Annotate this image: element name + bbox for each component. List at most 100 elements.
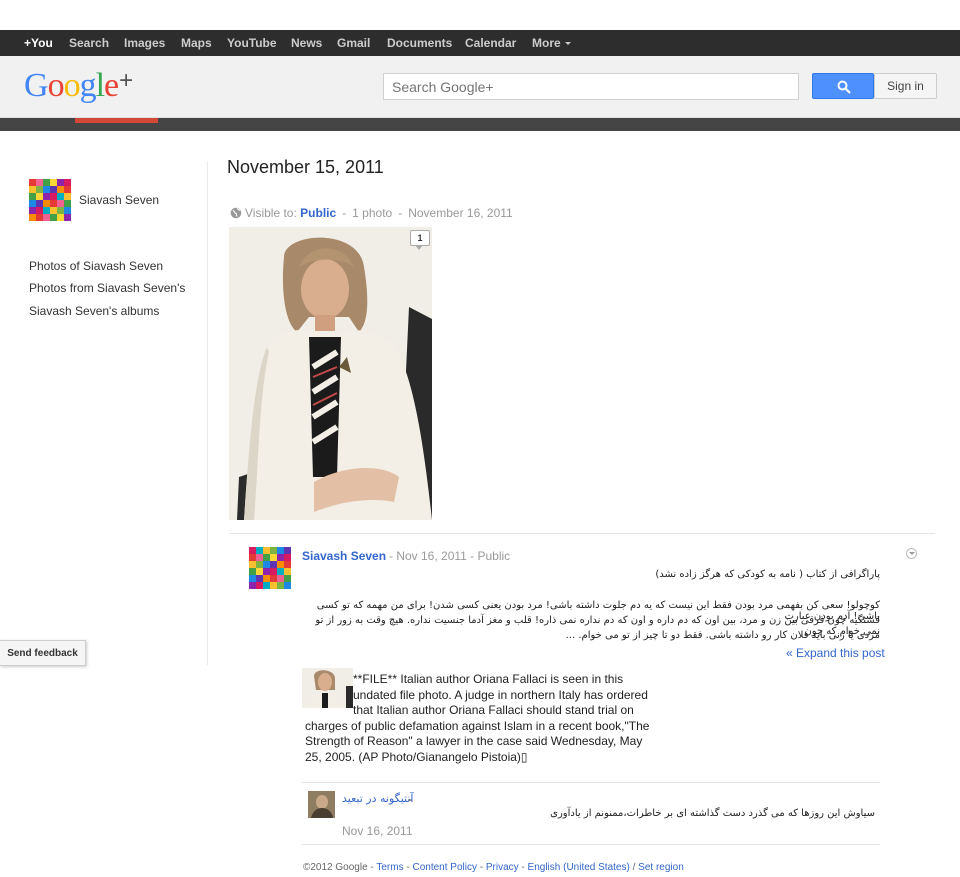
- portrait-illustration: [229, 227, 432, 520]
- avatar-mosaic-tile: [43, 207, 50, 214]
- avatar-mosaic-tile: [57, 207, 64, 214]
- avatar-mosaic-tile: [43, 186, 50, 193]
- avatar-mosaic-tile: [284, 554, 291, 561]
- avatar-mosaic-tile: [36, 193, 43, 200]
- avatar-mosaic-tile: [43, 200, 50, 207]
- avatar-mosaic-tile: [263, 561, 270, 568]
- logo-wordmark: Google: [24, 67, 119, 104]
- post-author-name[interactable]: Siavash Seven: [302, 549, 386, 563]
- header: Google+ Sign in: [0, 56, 960, 118]
- commenter-avatar[interactable]: [308, 791, 335, 818]
- avatar-mosaic-tile: [57, 200, 64, 207]
- post-divider: [229, 533, 935, 534]
- topbar-item-more[interactable]: More: [532, 30, 571, 56]
- commenter-name[interactable]: آنتیگونه در تبعید: [342, 792, 413, 805]
- avatar-mosaic-tile: [64, 193, 71, 200]
- visibility-link[interactable]: Public: [300, 206, 336, 220]
- comment-text: سیاوش این روزها که می گذرد دست گذاشته ای…: [550, 808, 875, 819]
- topbar-item-documents[interactable]: Documents: [387, 30, 452, 56]
- globe-icon: [230, 207, 242, 219]
- avatar-mosaic-tile: [50, 200, 57, 207]
- avatar-mosaic-tile: [270, 561, 277, 568]
- bottom-divider: [302, 844, 880, 845]
- avatar-mosaic-tile: [249, 582, 256, 589]
- avatar-mosaic-tile: [29, 193, 36, 200]
- post-menu-chevron-icon[interactable]: [906, 548, 917, 559]
- footer-copyright: ©2012 Google: [303, 862, 368, 873]
- sidebar-link-photos-from-posts[interactable]: Photos from Siavash Seven's posts: [29, 281, 187, 295]
- footer-link-privacy[interactable]: Privacy: [486, 862, 519, 873]
- avatar-mosaic-tile: [256, 568, 263, 575]
- avatar-mosaic-tile: [64, 179, 71, 186]
- footer: ©2012 Google - Terms - Content Policy - …: [303, 862, 684, 873]
- sidebar-link-photos-of[interactable]: Photos of Siavash Seven: [29, 259, 187, 273]
- footer-link-content-policy[interactable]: Content Policy: [412, 862, 476, 873]
- avatar-mosaic-tile: [57, 179, 64, 186]
- comment-divider: [302, 782, 880, 783]
- avatar-mosaic-tile: [270, 582, 277, 589]
- avatar-mosaic-tile: [43, 179, 50, 186]
- avatar-mosaic-tile: [36, 186, 43, 193]
- photo-count: 1 photo: [352, 206, 393, 220]
- avatar-mosaic-tile: [249, 568, 256, 575]
- avatar-mosaic-tile: [277, 568, 284, 575]
- google-top-bar: +You Search Images Maps YouTube News Gma…: [0, 30, 960, 56]
- avatar-mosaic-tile: [36, 179, 43, 186]
- avatar-mosaic-tile: [284, 582, 291, 589]
- avatar-mosaic-tile: [36, 214, 43, 221]
- send-feedback-button[interactable]: Send feedback: [0, 640, 86, 666]
- avatar-mosaic-tile: [256, 554, 263, 561]
- topbar-item-calendar[interactable]: Calendar: [465, 30, 516, 56]
- comment-count: 1: [417, 233, 423, 243]
- avatar-mosaic-tile: [277, 561, 284, 568]
- avatar-mosaic-tile: [57, 193, 64, 200]
- avatar-mosaic-tile: [277, 575, 284, 582]
- avatar-mosaic-tile: [263, 575, 270, 582]
- search-icon: [837, 80, 851, 94]
- sign-in-button[interactable]: Sign in: [874, 73, 937, 99]
- footer-link-terms[interactable]: Terms: [376, 862, 403, 873]
- photo-caption: **FILE** Italian author Oriana Fallaci i…: [305, 672, 660, 766]
- comment-separator: -: [408, 792, 412, 806]
- visible-to-label: Visible to:: [245, 206, 297, 220]
- topbar-item-you[interactable]: +You: [24, 30, 53, 56]
- sidebar-link-albums[interactable]: Siavash Seven's albums: [29, 304, 187, 318]
- avatar-mosaic-tile: [263, 554, 270, 561]
- search-button[interactable]: [812, 73, 874, 99]
- avatar-mosaic-tile: [270, 547, 277, 554]
- google-plus-logo[interactable]: Google+: [24, 67, 133, 105]
- avatar-mosaic-tile: [64, 186, 71, 193]
- album-meta: Visible to: Public -1 photo - November 16, …: [230, 206, 513, 220]
- avatar-mosaic-tile: [270, 554, 277, 561]
- avatar-mosaic-tile: [64, 207, 71, 214]
- avatar-mosaic-tile: [29, 179, 36, 186]
- topbar-item-images[interactable]: Images: [124, 30, 165, 56]
- footer-link-language[interactable]: English (United States): [528, 862, 630, 873]
- footer-link-set-region[interactable]: Set region: [638, 862, 684, 873]
- avatar-mosaic-tile: [43, 193, 50, 200]
- expand-post-link[interactable]: « Expand this post: [786, 646, 885, 660]
- profile-avatar[interactable]: [29, 179, 71, 221]
- avatar-mosaic-tile: [270, 568, 277, 575]
- post-author-avatar[interactable]: [249, 547, 291, 589]
- avatar-mosaic-tile: [29, 214, 36, 221]
- avatar-mosaic-tile: [277, 547, 284, 554]
- commenter-avatar-illustration: [308, 791, 335, 818]
- topbar-item-search[interactable]: Search: [69, 30, 109, 56]
- avatar-mosaic-tile: [277, 554, 284, 561]
- search-input[interactable]: [383, 73, 799, 100]
- comment-date: Nov 16, 2011: [342, 824, 413, 838]
- comment-bubble-icon[interactable]: 1: [410, 230, 430, 250]
- album-photo[interactable]: [229, 227, 432, 520]
- avatar-mosaic-tile: [57, 214, 64, 221]
- avatar-mosaic-tile: [29, 207, 36, 214]
- avatar-mosaic-tile: [270, 575, 277, 582]
- avatar-mosaic-tile: [36, 207, 43, 214]
- topbar-item-youtube[interactable]: YouTube: [227, 30, 277, 56]
- avatar-mosaic-tile: [36, 200, 43, 207]
- sidebar-divider: [207, 161, 208, 665]
- profile-name[interactable]: Siavash Seven: [79, 193, 159, 207]
- topbar-item-news[interactable]: News: [291, 30, 322, 56]
- topbar-item-maps[interactable]: Maps: [181, 30, 212, 56]
- topbar-item-gmail[interactable]: Gmail: [337, 30, 370, 56]
